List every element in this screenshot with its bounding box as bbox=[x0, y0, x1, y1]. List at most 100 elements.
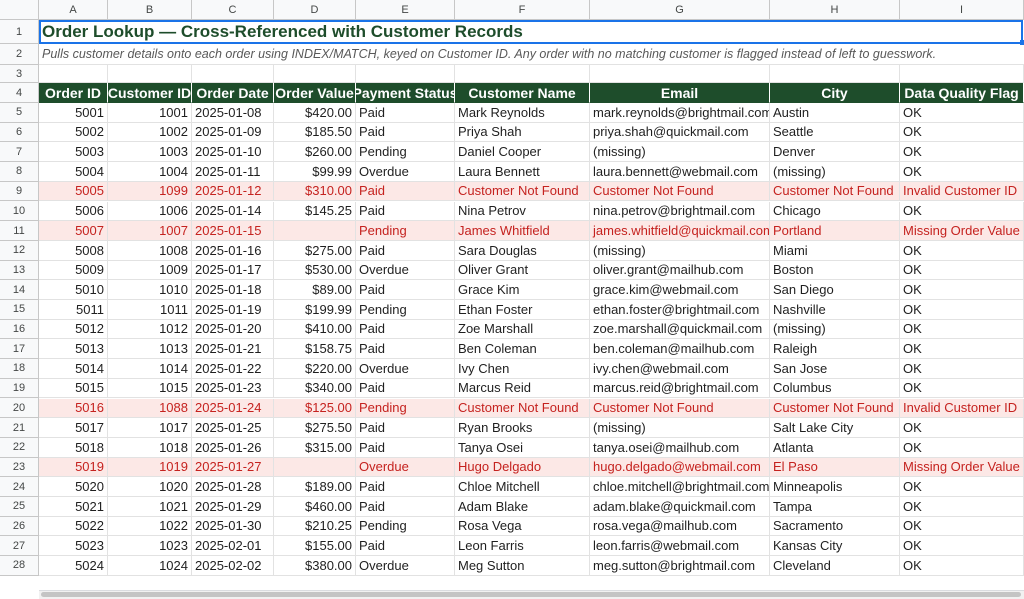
table-cell[interactable]: $275.00 bbox=[274, 240, 356, 261]
table-cell[interactable]: 5017 bbox=[39, 418, 108, 438]
table-cell[interactable]: Pending bbox=[356, 516, 455, 537]
table-cell[interactable]: Marcus Reid bbox=[455, 378, 590, 399]
table-cell[interactable]: Paid bbox=[356, 497, 455, 517]
table-cell[interactable]: Overdue bbox=[356, 260, 455, 281]
table-cell[interactable]: Invalid Customer ID bbox=[900, 398, 1024, 419]
table-cell[interactable]: 5021 bbox=[39, 497, 108, 517]
row-header[interactable]: 3 bbox=[0, 65, 38, 83]
table-cell[interactable]: San Jose bbox=[770, 359, 900, 379]
table-cell[interactable]: ivy.chen@webmail.com bbox=[590, 359, 770, 379]
table-header-cell[interactable]: Order Date bbox=[192, 83, 274, 103]
table-cell[interactable]: $199.99 bbox=[274, 300, 356, 320]
table-cell[interactable]: marcus.reid@brightmail.com bbox=[590, 378, 770, 399]
table-header-cell[interactable]: Payment Status bbox=[356, 83, 455, 103]
table-cell[interactable]: 1012 bbox=[108, 319, 192, 340]
table-cell[interactable]: tanya.osei@mailhub.com bbox=[590, 437, 770, 458]
table-cell[interactable]: 5007 bbox=[39, 221, 108, 241]
table-cell[interactable]: 2025-01-10 bbox=[192, 142, 274, 163]
table-cell[interactable]: Chloe Mitchell bbox=[455, 477, 590, 497]
table-header-cell[interactable]: Order Value bbox=[274, 83, 356, 103]
table-cell[interactable]: $275.50 bbox=[274, 418, 356, 438]
table-cell[interactable]: 5023 bbox=[39, 536, 108, 557]
table-cell[interactable]: $420.00 bbox=[274, 103, 356, 123]
table-cell[interactable]: hugo.delgado@webmail.com bbox=[590, 457, 770, 478]
table-cell[interactable]: Sara Douglas bbox=[455, 240, 590, 261]
table-cell[interactable]: Rosa Vega bbox=[455, 516, 590, 537]
table-cell[interactable]: 5024 bbox=[39, 556, 108, 576]
table-cell[interactable]: 1088 bbox=[108, 398, 192, 419]
table-cell[interactable]: Pending bbox=[356, 300, 455, 320]
table-cell[interactable]: 1015 bbox=[108, 378, 192, 399]
table-cell[interactable]: 1020 bbox=[108, 477, 192, 497]
table-cell[interactable]: $460.00 bbox=[274, 497, 356, 517]
table-cell[interactable]: OK bbox=[900, 359, 1024, 379]
table-cell[interactable]: $530.00 bbox=[274, 260, 356, 281]
table-cell[interactable]: $260.00 bbox=[274, 142, 356, 163]
table-cell[interactable]: (missing) bbox=[770, 162, 900, 182]
table-cell[interactable]: $158.75 bbox=[274, 339, 356, 360]
sheet-title[interactable]: Order Lookup — Cross-Referenced with Cus… bbox=[39, 20, 1024, 44]
table-header-cell[interactable]: Email bbox=[590, 83, 770, 103]
table-cell[interactable]: San Diego bbox=[770, 280, 900, 300]
empty-cell[interactable] bbox=[900, 65, 1024, 83]
table-cell[interactable]: Missing Order Value bbox=[900, 457, 1024, 478]
column-header[interactable]: F bbox=[455, 0, 590, 20]
table-cell[interactable]: $125.00 bbox=[274, 398, 356, 419]
table-cell[interactable]: 1023 bbox=[108, 536, 192, 557]
table-cell[interactable]: 5022 bbox=[39, 516, 108, 537]
table-cell[interactable]: 2025-01-08 bbox=[192, 103, 274, 123]
table-cell[interactable]: Paid bbox=[356, 280, 455, 300]
table-cell[interactable]: OK bbox=[900, 516, 1024, 537]
table-cell[interactable]: Paid bbox=[356, 477, 455, 497]
table-cell[interactable]: Hugo Delgado bbox=[455, 457, 590, 478]
table-cell[interactable] bbox=[274, 221, 356, 241]
row-header[interactable]: 9 bbox=[0, 182, 38, 202]
table-cell[interactable]: 2025-01-09 bbox=[192, 122, 274, 143]
table-cell[interactable]: Sacramento bbox=[770, 516, 900, 537]
table-cell[interactable]: 5011 bbox=[39, 300, 108, 320]
table-cell[interactable] bbox=[274, 457, 356, 478]
table-cell[interactable]: 2025-01-17 bbox=[192, 260, 274, 281]
table-cell[interactable]: OK bbox=[900, 556, 1024, 576]
table-cell[interactable]: $99.99 bbox=[274, 162, 356, 182]
table-cell[interactable]: Paid bbox=[356, 201, 455, 222]
table-cell[interactable]: Meg Sutton bbox=[455, 556, 590, 576]
column-header[interactable]: A bbox=[39, 0, 108, 20]
table-header-cell[interactable]: Customer ID bbox=[108, 83, 192, 103]
table-cell[interactable]: 1001 bbox=[108, 103, 192, 123]
table-header-cell[interactable]: Order ID bbox=[39, 83, 108, 103]
table-cell[interactable]: $220.00 bbox=[274, 359, 356, 379]
column-header[interactable]: G bbox=[590, 0, 770, 20]
table-cell[interactable]: 1021 bbox=[108, 497, 192, 517]
table-cell[interactable]: (missing) bbox=[770, 319, 900, 340]
table-cell[interactable]: 5004 bbox=[39, 162, 108, 182]
table-cell[interactable]: (missing) bbox=[590, 142, 770, 163]
table-cell[interactable]: 1007 bbox=[108, 221, 192, 241]
table-cell[interactable]: Customer Not Found bbox=[770, 398, 900, 419]
table-cell[interactable]: Austin bbox=[770, 103, 900, 123]
column-header[interactable]: I bbox=[900, 0, 1024, 20]
table-cell[interactable]: OK bbox=[900, 240, 1024, 261]
empty-cell[interactable] bbox=[770, 65, 900, 83]
table-cell[interactable]: Zoe Marshall bbox=[455, 319, 590, 340]
table-cell[interactable]: Raleigh bbox=[770, 339, 900, 360]
table-cell[interactable]: Missing Order Value bbox=[900, 221, 1024, 241]
table-cell[interactable]: 2025-01-29 bbox=[192, 497, 274, 517]
table-cell[interactable]: Customer Not Found bbox=[590, 398, 770, 419]
row-header[interactable]: 13 bbox=[0, 261, 38, 281]
table-cell[interactable]: Adam Blake bbox=[455, 497, 590, 517]
row-header[interactable]: 12 bbox=[0, 241, 38, 261]
table-cell[interactable]: zoe.marshall@quickmail.com bbox=[590, 319, 770, 340]
table-cell[interactable]: 1002 bbox=[108, 122, 192, 143]
table-cell[interactable]: Paid bbox=[356, 378, 455, 399]
row-header[interactable]: 6 bbox=[0, 123, 38, 143]
table-cell[interactable]: 2025-01-18 bbox=[192, 280, 274, 300]
table-cell[interactable]: Paid bbox=[356, 181, 455, 202]
table-cell[interactable]: 1018 bbox=[108, 437, 192, 458]
table-cell[interactable]: Invalid Customer ID bbox=[900, 181, 1024, 202]
table-cell[interactable]: OK bbox=[900, 260, 1024, 281]
column-header[interactable]: C bbox=[192, 0, 274, 20]
table-cell[interactable]: Leon Farris bbox=[455, 536, 590, 557]
table-cell[interactable]: nina.petrov@brightmail.com bbox=[590, 201, 770, 222]
table-cell[interactable]: James Whitfield bbox=[455, 221, 590, 241]
